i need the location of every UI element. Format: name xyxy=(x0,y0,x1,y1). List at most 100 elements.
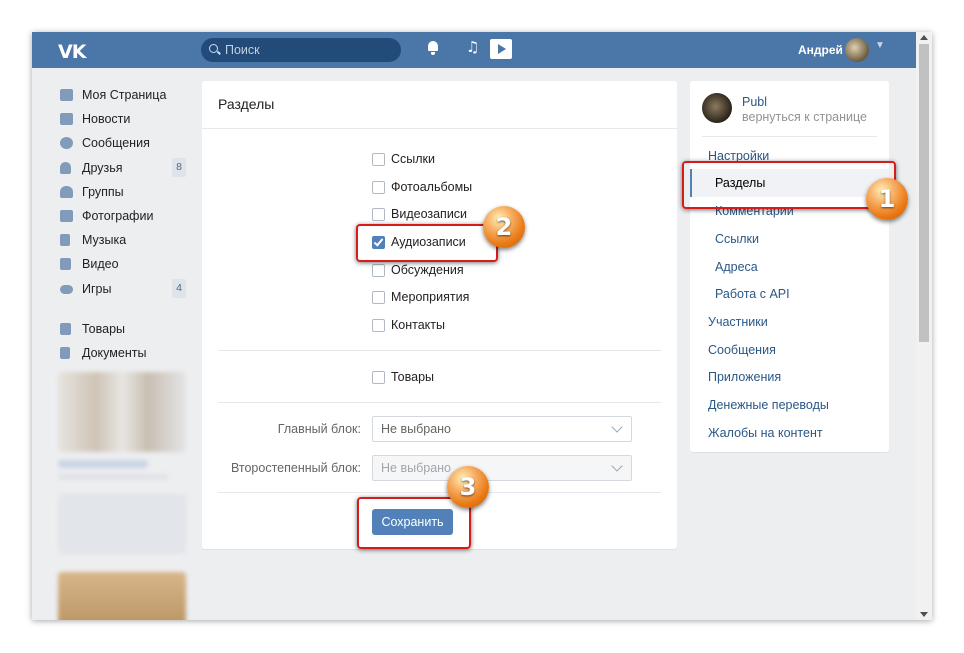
checkbox-label[interactable]: Контакты xyxy=(391,318,445,332)
sidebar-item-messages[interactable]: Сообщения xyxy=(58,132,192,156)
message-icon xyxy=(60,137,73,150)
checkbox-box[interactable] xyxy=(372,153,385,166)
blurred-ad-block xyxy=(58,494,186,554)
menu-item-links[interactable]: Ссылки xyxy=(690,225,889,253)
scroll-down-arrow-icon[interactable] xyxy=(920,612,928,617)
menu-item-label: Ссылки xyxy=(715,232,760,246)
search-icon xyxy=(209,44,218,53)
divider xyxy=(218,402,661,403)
sidebar-item-news[interactable]: Новости xyxy=(58,108,192,132)
checkbox-label[interactable]: Обсуждения xyxy=(391,263,464,277)
community-avatar[interactable] xyxy=(702,93,732,123)
blurred-ad-text xyxy=(58,460,148,468)
sidebar-item-friends[interactable]: Друзья 8 xyxy=(58,157,192,181)
music-note-icon[interactable]: ♫ xyxy=(466,38,479,56)
scroll-up-arrow-icon[interactable] xyxy=(920,35,928,40)
sidebar-item-label: Товары xyxy=(82,321,125,336)
community-settings-menu: Publ вернуться к странице Настройки Разд… xyxy=(690,81,889,452)
divider xyxy=(218,492,661,493)
select-value: Не выбрано xyxy=(381,422,451,436)
search-box[interactable] xyxy=(201,38,401,62)
checkbox-box[interactable] xyxy=(372,291,385,304)
sidebar-item-label: Игры xyxy=(82,281,112,296)
person-icon xyxy=(60,161,71,174)
menu-item-money-transfers[interactable]: Денежные переводы xyxy=(690,391,889,419)
sidebar-item-label: Документы xyxy=(82,345,147,360)
sidebar-item-label: Сообщения xyxy=(82,136,150,151)
scrollbar[interactable] xyxy=(916,32,932,620)
blurred-ad-image xyxy=(58,572,186,620)
secondary-block-select[interactable]: Не выбрано xyxy=(372,455,632,481)
checkbox-box[interactable] xyxy=(372,371,385,384)
sidebar-item-groups[interactable]: Группы xyxy=(58,181,192,205)
scrollbar-thumb[interactable] xyxy=(919,44,929,342)
sidebar-item-goods[interactable]: Товары xyxy=(58,318,192,342)
games-count-badge: 4 xyxy=(172,278,186,298)
search-input[interactable] xyxy=(225,38,395,62)
bell-icon[interactable] xyxy=(427,41,439,55)
chevron-down-icon[interactable]: ▼ xyxy=(875,40,885,51)
sidebar-item-documents[interactable]: Документы xyxy=(58,342,192,366)
main-block-label: Главный блок: xyxy=(277,422,361,436)
menu-item-label: Сообщения xyxy=(708,343,776,357)
sidebar-item-music[interactable]: Музыка xyxy=(58,229,192,253)
highlight-sections-menu xyxy=(682,161,896,209)
sidebar-item-label: Фотографии xyxy=(82,208,154,223)
sidebar-separator xyxy=(58,302,192,318)
menu-item-messages[interactable]: Сообщения xyxy=(690,336,889,364)
step-3-badge: 3 xyxy=(447,466,489,508)
checkbox-label[interactable]: Фотоальбомы xyxy=(391,180,472,194)
secondary-block-label: Второстепенный блок: xyxy=(230,461,361,475)
checkbox-box[interactable] xyxy=(372,181,385,194)
menu-item-label: Работа с API xyxy=(715,287,790,301)
bag-icon xyxy=(60,322,71,335)
avatar[interactable] xyxy=(845,38,869,62)
blurred-ad-image xyxy=(58,372,186,452)
vk-logo[interactable]: VK xyxy=(58,41,86,63)
checkbox-label[interactable]: Мероприятия xyxy=(391,290,469,304)
menu-item-label: Адреса xyxy=(715,260,758,274)
menu-item-members[interactable]: Участники xyxy=(690,308,889,336)
checkbox-box[interactable] xyxy=(372,264,385,277)
step-2-badge: 2 xyxy=(483,206,525,248)
menu-item-api[interactable]: Работа с API xyxy=(690,280,889,308)
top-header: VK ♫ Андрей ▼ xyxy=(32,32,916,68)
menu-item-label: Жалобы на контент xyxy=(708,426,823,440)
sections-panel: Разделы Ссылки Фотоальбомы Видеозаписи А… xyxy=(202,81,677,549)
film-icon xyxy=(60,258,71,271)
sidebar-item-video[interactable]: Видео xyxy=(58,253,192,277)
divider xyxy=(702,136,877,137)
sidebar-item-label: Музыка xyxy=(82,233,127,248)
main-block-select[interactable]: Не выбрано xyxy=(372,416,632,442)
menu-item-settings[interactable]: Настройки xyxy=(690,142,889,163)
menu-item-content-complaints[interactable]: Жалобы на контент xyxy=(690,419,889,447)
community-name[interactable]: Publ xyxy=(742,95,767,109)
menu-item-label: Участники xyxy=(708,315,768,329)
select-value: Не выбрано xyxy=(381,461,451,475)
highlight-audio-checkbox xyxy=(356,224,498,262)
checkbox-box[interactable] xyxy=(372,319,385,332)
page-title: Разделы xyxy=(218,96,275,112)
sidebar-item-label: Видео xyxy=(82,257,119,272)
checkbox-label[interactable]: Видеозаписи xyxy=(391,207,467,221)
checkbox-box[interactable] xyxy=(372,208,385,221)
document-icon xyxy=(60,346,70,359)
sidebar-item-games[interactable]: Игры 4 xyxy=(58,278,192,302)
blurred-ad-text xyxy=(58,474,168,480)
sidebar-nav: Моя Страница Новости Сообщения Друзья 8 Г… xyxy=(58,84,192,366)
sidebar-item-photos[interactable]: Фотографии xyxy=(58,205,192,229)
highlight-save-button xyxy=(357,497,471,549)
menu-item-addresses[interactable]: Адреса xyxy=(690,253,889,281)
sidebar-item-my-page[interactable]: Моя Страница xyxy=(58,84,192,108)
browser-viewport: VK ♫ Андрей ▼ Моя Страница Новости Сообщ… xyxy=(32,32,932,620)
checkbox-label[interactable]: Ссылки xyxy=(391,152,435,166)
back-to-page-link[interactable]: вернуться к странице xyxy=(742,110,867,124)
menu-item-label: Денежные переводы xyxy=(708,398,829,412)
checkbox-label[interactable]: Товары xyxy=(391,370,434,384)
menu-item-apps[interactable]: Приложения xyxy=(690,363,889,391)
step-1-badge: 1 xyxy=(866,178,908,220)
menu-item-label: Приложения xyxy=(708,370,782,384)
play-icon[interactable] xyxy=(490,39,512,59)
user-name[interactable]: Андрей xyxy=(798,43,843,57)
friends-count-badge: 8 xyxy=(172,157,186,177)
